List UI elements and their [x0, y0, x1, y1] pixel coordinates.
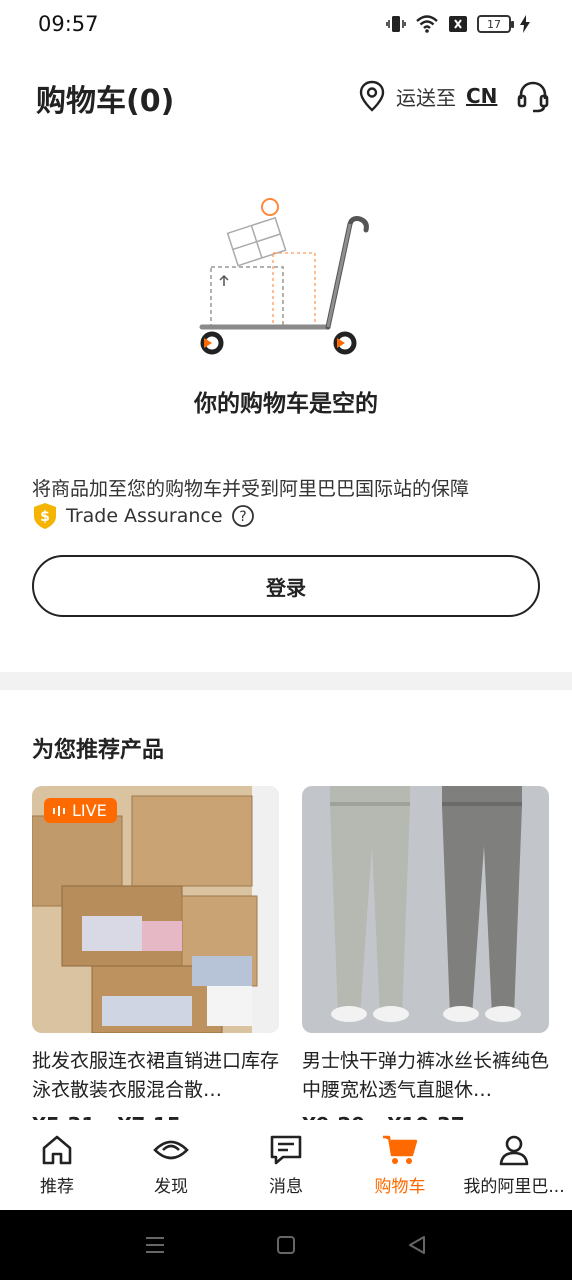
empty-cart-title: 你的购物车是空的 [194, 391, 378, 417]
charging-icon [520, 15, 530, 33]
nav-label: 推荐 [40, 1177, 74, 1197]
status-bar: 09:57 17 [0, 0, 572, 50]
bottom-nav: 推荐 发现 消息 购物车 我的阿里巴... [0, 1120, 572, 1210]
live-badge-label: LIVE [72, 801, 107, 820]
nav-item-my-alibaba[interactable]: 我的阿里巴... [457, 1120, 571, 1210]
live-badge: LIVE [44, 798, 117, 823]
trade-assurance-shield-icon: $ [34, 503, 56, 529]
system-navigation-bar [0, 1210, 572, 1280]
product-name: 批发衣服连衣裙直销进口库存泳衣散装衣服混合散… [32, 1050, 279, 1101]
location-pin-icon [359, 80, 385, 112]
nav-label: 消息 [269, 1177, 303, 1197]
ship-to-selector[interactable]: 运送至 CN [358, 80, 497, 112]
svg-text:?: ? [239, 509, 246, 525]
nav-label: 我的阿里巴... [463, 1177, 565, 1197]
help-icon[interactable]: ? [231, 504, 255, 528]
recent-apps-icon[interactable] [144, 1235, 166, 1255]
cart-icon [383, 1135, 418, 1164]
nav-label: 发现 [154, 1177, 188, 1197]
home-button-icon[interactable] [275, 1234, 297, 1256]
status-icons: 17 [386, 14, 530, 34]
nav-item-discover[interactable]: 发现 [114, 1120, 228, 1210]
page-header: 购物车(0) 运送至 CN [0, 68, 572, 128]
wifi-icon [416, 15, 438, 33]
product-card[interactable]: 男士快干弹力裤冰丝长裤纯色中腰宽松透气直腿休… ¥9.29 - ¥10.37 [302, 786, 549, 1137]
boxes-photo [32, 786, 279, 1033]
trade-assurance-row: $ Trade Assurance ? [32, 502, 255, 530]
recommend-title: 为您推荐产品 [32, 738, 165, 763]
status-time: 09:57 [38, 12, 99, 36]
nav-item-home[interactable]: 推荐 [0, 1120, 114, 1210]
sim-disabled-icon [449, 16, 467, 32]
promo-text: 将商品加至您的购物车并受到阿里巴巴国际站的保障 [32, 478, 470, 500]
pants-photo [302, 786, 549, 1033]
cart-page: 09:57 17 购物车(0) 运送至 CN 你的购物车是空的 将商品加至您的购… [0, 0, 572, 1280]
customer-service-icon[interactable] [516, 80, 550, 114]
svg-text:$: $ [40, 509, 50, 525]
product-card[interactable]: LIVE 批发衣服连衣裙直销进口库存泳衣散装衣服混合散… ¥5.31 - ¥7.… [32, 786, 279, 1137]
ship-to-label: 运送至 [396, 85, 456, 110]
live-signal-icon [53, 805, 65, 816]
back-icon[interactable] [406, 1234, 428, 1256]
discover-icon [153, 1140, 189, 1160]
trade-assurance-label: Trade Assurance [66, 505, 223, 527]
vibrate-icon [386, 16, 406, 32]
nav-item-messages[interactable]: 消息 [229, 1120, 343, 1210]
user-icon [499, 1135, 529, 1166]
nav-item-cart[interactable]: 购物车 [343, 1120, 457, 1210]
home-icon [42, 1135, 72, 1165]
empty-cart-illustration [199, 198, 369, 355]
page-title: 购物车(0) [36, 84, 175, 119]
product-name: 男士快干弹力裤冰丝长裤纯色中腰宽松透气直腿休… [302, 1050, 549, 1101]
battery-icon: 17 [477, 15, 514, 33]
message-icon [270, 1135, 302, 1165]
product-image-boxes: LIVE [32, 786, 279, 1033]
product-image-pants [302, 786, 549, 1033]
nav-label: 购物车 [374, 1177, 426, 1197]
login-button[interactable]: 登录 [32, 555, 540, 617]
battery-level: 17 [487, 17, 501, 31]
ship-to-country: CN [466, 84, 498, 108]
section-divider [0, 672, 572, 690]
